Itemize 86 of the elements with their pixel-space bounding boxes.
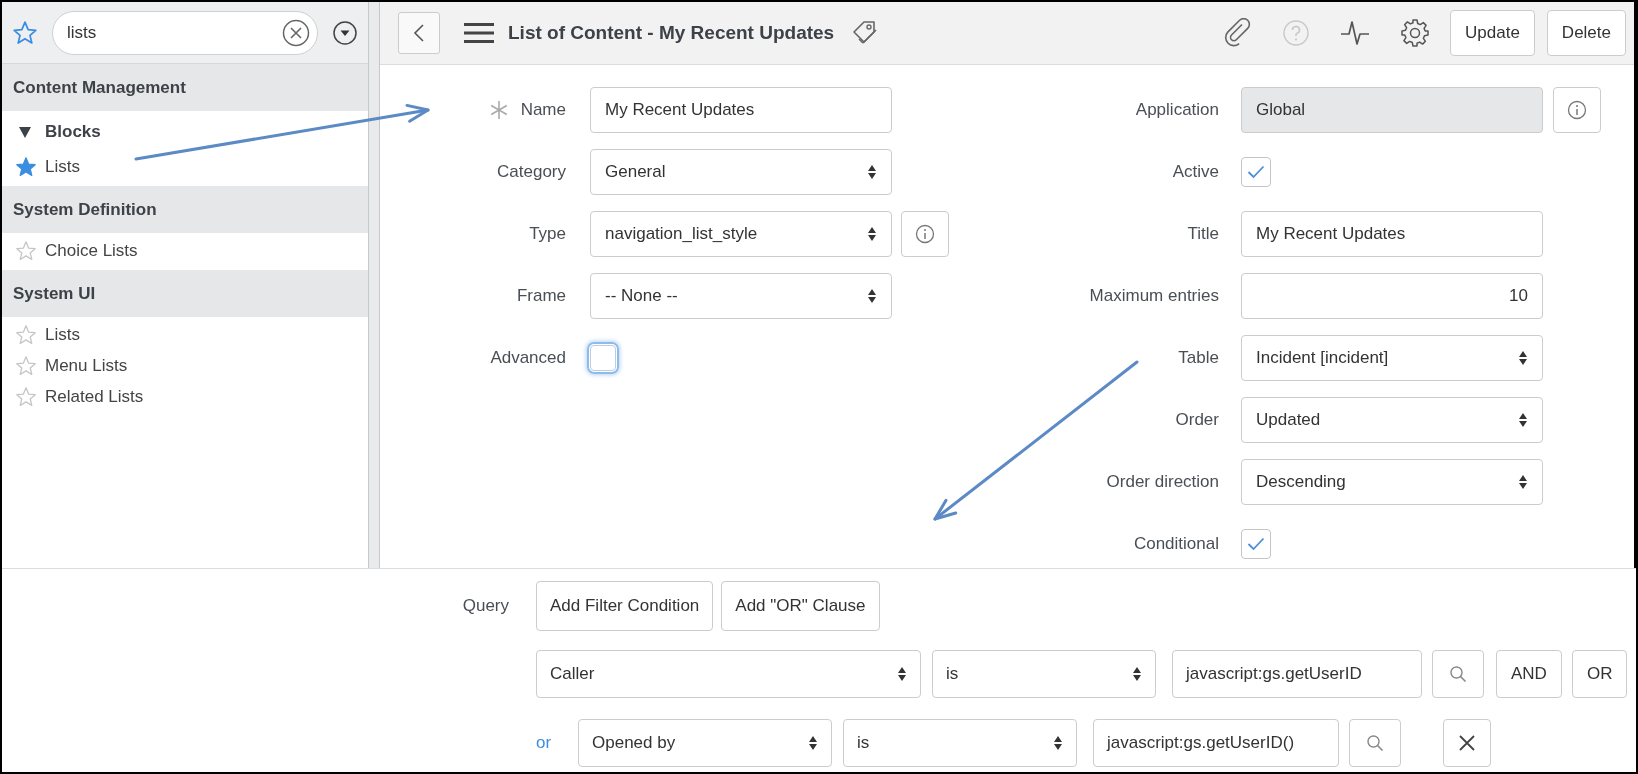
paperclip-icon[interactable] <box>1224 18 1253 48</box>
text-field[interactable]: My Recent Updates <box>1241 211 1543 257</box>
info-button[interactable] <box>901 211 949 257</box>
delete-button[interactable]: Delete <box>1546 10 1626 56</box>
module-link[interactable]: Lists <box>45 156 80 177</box>
module-link[interactable]: Choice Lists <box>45 240 138 261</box>
text-field[interactable]: Global <box>1241 87 1543 133</box>
search-icon <box>1449 665 1467 683</box>
dropdown[interactable]: -- None -- <box>590 273 892 319</box>
condition-button[interactable]: OR <box>1571 650 1628 698</box>
filter-button[interactable]: Add "OR" Clause <box>721 581 880 631</box>
clear-icon[interactable] <box>281 17 311 48</box>
star-icon[interactable] <box>15 385 37 408</box>
settings-icon[interactable] <box>1400 18 1431 48</box>
star-icon[interactable] <box>15 155 37 178</box>
star-icon[interactable] <box>15 239 37 262</box>
operator-dropdown[interactable]: is <box>843 719 1077 767</box>
field-label: Active <box>1172 162 1219 182</box>
info-icon <box>915 224 935 244</box>
up-down-arrows-icon <box>867 164 877 180</box>
up-down-arrows-icon <box>1518 350 1528 366</box>
dropdown[interactable]: Incident [incident] <box>1241 335 1543 381</box>
remove-button[interactable] <box>1443 719 1491 767</box>
menu-icon[interactable] <box>464 22 494 44</box>
section-header: System Definition <box>2 186 368 233</box>
field-label: Title <box>1187 224 1219 244</box>
module-link[interactable]: Menu Lists <box>45 355 128 376</box>
up-down-arrows-icon <box>808 735 818 751</box>
search-button[interactable] <box>1349 719 1401 767</box>
operator-dropdown[interactable]: is <box>932 650 1156 698</box>
field-label: Frame <box>516 286 566 306</box>
star-icon[interactable] <box>15 354 37 377</box>
condition-button[interactable]: AND <box>1496 650 1562 698</box>
expand-triangle-icon[interactable] <box>19 126 31 138</box>
search-field[interactable]: lists <box>52 10 318 55</box>
field-label: Name <box>520 100 566 120</box>
up-down-arrows-icon <box>1053 735 1063 751</box>
field-label: Table <box>1178 348 1219 368</box>
dropdown[interactable]: Updated <box>1241 397 1543 443</box>
value-field[interactable]: javascript:gs.getUserID() <box>1093 719 1339 767</box>
field-label: Maximum entries <box>1089 286 1219 306</box>
update-button[interactable]: Update <box>1450 10 1535 56</box>
field-dropdown[interactable]: Caller <box>536 650 921 698</box>
field-label: Application <box>1135 100 1219 120</box>
field-label: Order <box>1175 410 1219 430</box>
search-icon <box>1366 734 1384 752</box>
dropdown-icon[interactable] <box>332 19 358 46</box>
dropdown[interactable]: General <box>590 149 892 195</box>
form-title: List of Content - My Recent Updates <box>508 22 835 44</box>
checkmark-icon <box>1247 165 1265 179</box>
up-down-arrows-icon <box>897 666 907 682</box>
up-down-arrows-icon <box>1518 412 1528 428</box>
checkbox[interactable] <box>1241 529 1271 559</box>
section-header: System UI <box>2 270 368 317</box>
activity-pulse-icon[interactable] <box>1340 19 1371 47</box>
field-label: Category <box>497 162 566 182</box>
checkmark-icon <box>1247 537 1265 551</box>
search-button[interactable] <box>1432 650 1484 698</box>
text-field[interactable]: My Recent Updates <box>590 87 892 133</box>
up-down-arrows-icon <box>867 226 877 242</box>
field-dropdown[interactable]: Opened by <box>578 719 832 767</box>
module-link[interactable]: Lists <box>45 324 80 345</box>
back-button[interactable] <box>398 12 440 54</box>
section-header: Content Management <box>2 64 368 111</box>
dropdown[interactable]: navigation_list_style <box>590 211 892 257</box>
info-icon <box>1567 100 1587 120</box>
chevron-left-icon <box>413 23 425 43</box>
number-field[interactable]: 10 <box>1241 273 1543 319</box>
field-label: Advanced <box>490 348 566 368</box>
up-down-arrows-icon <box>1518 474 1528 490</box>
field-label: Type <box>529 224 566 244</box>
module-link[interactable]: Related Lists <box>45 386 144 407</box>
filter-button[interactable]: Add Filter Condition <box>536 581 714 631</box>
checkbox[interactable] <box>1241 157 1271 187</box>
query-label: Query <box>461 596 509 616</box>
field-label: Conditional <box>1133 534 1219 554</box>
up-down-arrows-icon <box>1132 666 1142 682</box>
close-icon <box>1458 734 1476 752</box>
group-label[interactable]: Blocks <box>45 122 101 142</box>
info-button[interactable] <box>1553 87 1601 133</box>
value-field[interactable]: javascript:gs.getUserID <box>1172 650 1422 698</box>
star-icon[interactable] <box>15 323 37 346</box>
up-down-arrows-icon <box>867 288 877 304</box>
favorites-star-icon[interactable] <box>12 19 38 46</box>
field-label: Order direction <box>1106 472 1219 492</box>
dropdown[interactable]: Descending <box>1241 459 1543 505</box>
